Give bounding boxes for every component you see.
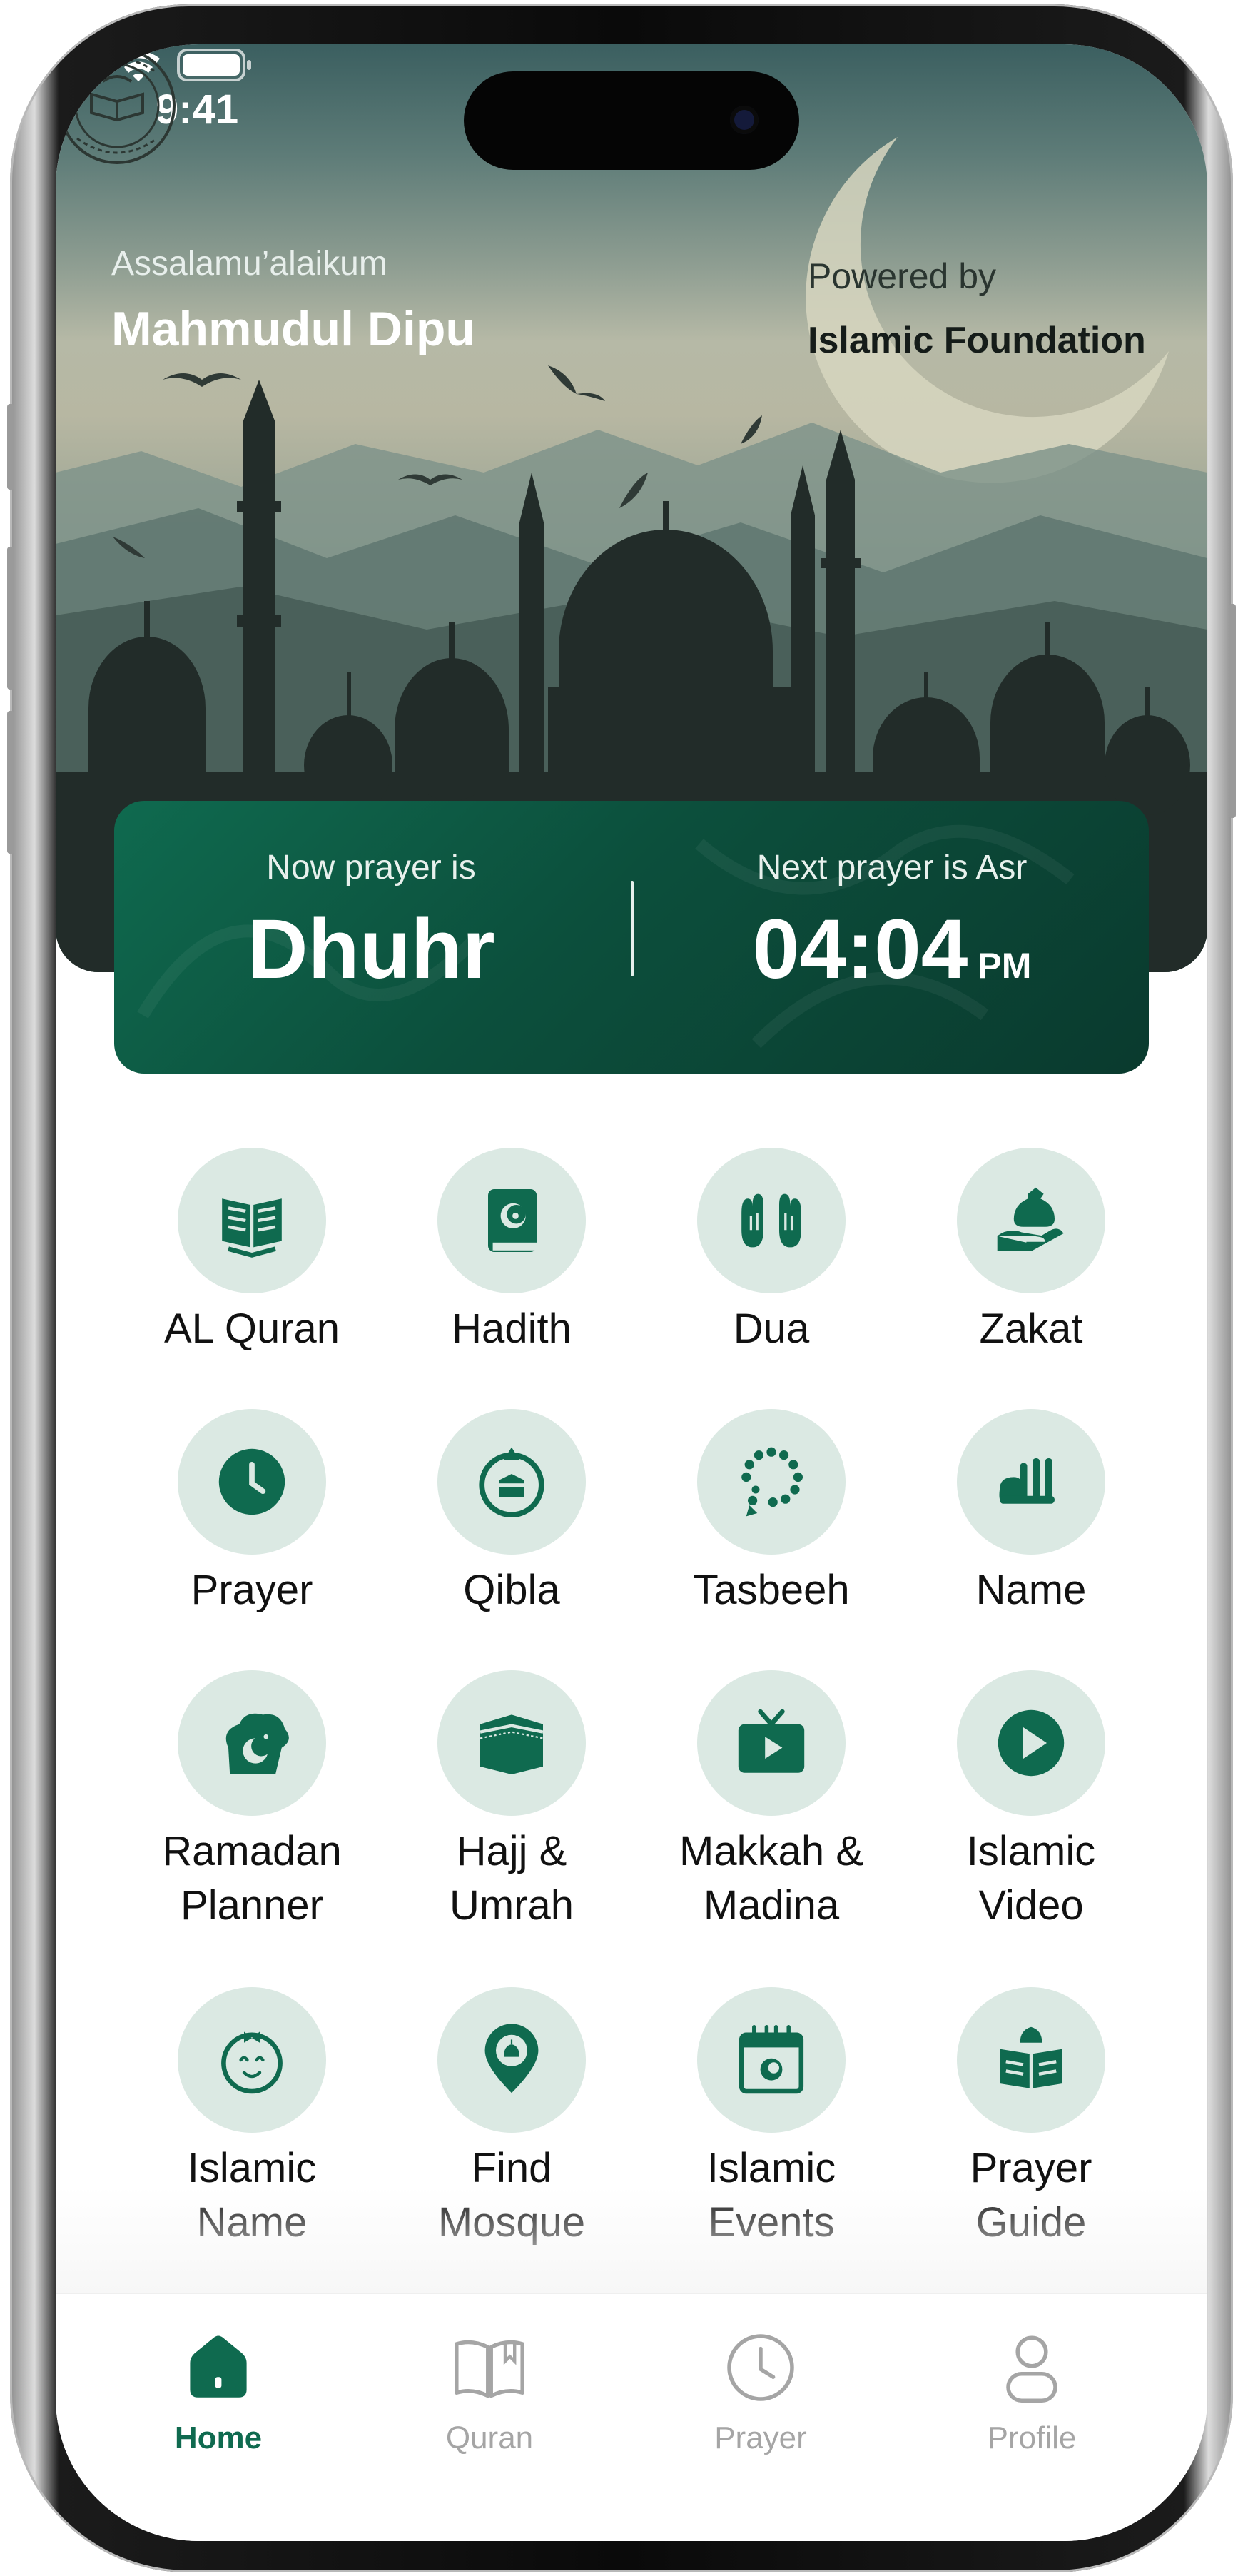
- next-prayer-time: 04:04 PM: [678, 901, 1106, 998]
- tab-label: Home: [174, 2420, 263, 2455]
- now-prayer-label: Now prayer is: [266, 849, 476, 887]
- book-icon: [455, 2340, 524, 2398]
- side-button: [7, 547, 14, 690]
- bottom-tab-bar: Home Quran Prayer Profile: [56, 2293, 1207, 2541]
- user-icon: [1006, 2335, 1057, 2403]
- feature-label: Name: [975, 1567, 1087, 1613]
- zakat-giving-hand-icon: [997, 1187, 1064, 1251]
- feature-icon-bg: [437, 1987, 586, 2133]
- crescent-moon: [806, 137, 1169, 483]
- qibla-compass-icon: [479, 1447, 544, 1518]
- grid-fade: [56, 2186, 1207, 2293]
- feature-icon-bg: [957, 1409, 1105, 1555]
- tab-label: Quran: [445, 2420, 534, 2455]
- mosque-location-pin-icon: [484, 2024, 539, 2093]
- next-prayer-label: Next prayer is Asr: [756, 849, 1028, 887]
- play-circle-icon: [998, 1709, 1065, 1777]
- feature-icon-bg: [178, 1670, 326, 1816]
- now-prayer-name: Dhuhr: [247, 902, 495, 996]
- next-prayer-clock: 04:04: [752, 902, 968, 996]
- hadith-book-icon: [488, 1189, 537, 1252]
- side-button: [1229, 604, 1236, 818]
- organization-name: Islamic Foundation: [808, 320, 1146, 361]
- feature-icon-bg: [178, 1987, 326, 2133]
- feature-icon-bg: [697, 1670, 846, 1816]
- feature-tasbeeh[interactable]: Tasbeeh: [664, 1409, 878, 1617]
- quran-book-icon: [222, 1198, 282, 1258]
- feature-icon-bg: [178, 1148, 326, 1293]
- feature-label: Hadith: [452, 1305, 572, 1352]
- user-name: Mahmudul Dipu: [111, 302, 475, 356]
- feature-icon-bg: [957, 1148, 1105, 1293]
- feature-icon-bg: [437, 1148, 586, 1293]
- side-button: [7, 711, 14, 854]
- feature-zakat[interactable]: Zakat: [924, 1148, 1138, 1356]
- open-book-mosque-icon: [1000, 2026, 1062, 2088]
- feature-label: Ramadan Planner: [162, 1828, 342, 1929]
- feature-name[interactable]: Name: [924, 1409, 1138, 1617]
- praying-hands-icon: [741, 1193, 801, 1248]
- calendar-icon: [739, 2025, 804, 2094]
- feature-dua[interactable]: Dua: [664, 1148, 878, 1356]
- app-screen: 9:41 Assalamu’alaikum Mahmudul Dipu Powe…: [56, 44, 1207, 2541]
- tasbeeh-beads-icon: [741, 1447, 803, 1517]
- feature-ramadan-planner[interactable]: Ramadan Planner: [145, 1670, 359, 1933]
- feature-label: Tasbeeh: [693, 1567, 850, 1613]
- feature-icon-bg: [697, 1987, 846, 2133]
- side-button: [7, 404, 14, 490]
- prayer-time-card[interactable]: Now prayer is Dhuhr Next prayer is Asr 0…: [114, 801, 1149, 1074]
- baby-face-icon: [221, 2031, 283, 2094]
- islamic-foundation-logo: [59, 47, 176, 164]
- feature-label: AL Quran: [163, 1305, 340, 1352]
- feature-label: Qibla: [463, 1567, 560, 1613]
- feature-icon-bg: [957, 1987, 1105, 2133]
- greeting-text: Assalamu’alaikum: [111, 245, 387, 283]
- feature-label: Hajj & Umrah: [449, 1828, 574, 1929]
- ramadan-crescent-icon: [225, 1713, 289, 1774]
- feature-label: Dua: [733, 1305, 810, 1352]
- feature-icon-bg: [697, 1409, 846, 1555]
- feature-prayer[interactable]: Prayer: [145, 1409, 359, 1617]
- next-prayer-ampm: PM: [978, 946, 1032, 986]
- tab-prayer[interactable]: Prayer: [668, 2328, 853, 2456]
- card-divider: [631, 881, 634, 976]
- tab-home[interactable]: Home: [126, 2328, 311, 2456]
- feature-icon-bg: [437, 1409, 586, 1555]
- feature-icon-bg: [437, 1670, 586, 1816]
- feature-label: Zakat: [979, 1305, 1083, 1352]
- feature-makkah-madina[interactable]: Makkah & Madina: [664, 1670, 878, 1933]
- clock-icon: [727, 2334, 794, 2401]
- tab-label: Prayer: [714, 2420, 807, 2455]
- feature-icon-bg: [178, 1409, 326, 1555]
- feature-label: Prayer: [191, 1567, 313, 1613]
- feature-icon-bg: [957, 1670, 1105, 1816]
- feature-label: Islamic Video: [966, 1828, 1096, 1929]
- powered-by-text: Powered by: [808, 256, 997, 296]
- clock-icon: [218, 1448, 285, 1515]
- kaaba-icon: [480, 1714, 544, 1774]
- feature-qibla[interactable]: Qibla: [405, 1409, 619, 1617]
- feature-icon-bg: [697, 1148, 846, 1293]
- phone-frame: 9:41 Assalamu’alaikum Mahmudul Dipu Powe…: [7, 4, 1236, 2572]
- tv-play-icon: [738, 1709, 805, 1773]
- feature-al-quran[interactable]: AL Quran: [145, 1148, 359, 1356]
- feature-hadith[interactable]: Hadith: [405, 1148, 619, 1356]
- tab-label: Profile: [987, 2420, 1077, 2455]
- camera-icon: [730, 106, 759, 134]
- feature-hajj-umrah[interactable]: Hajj & Umrah: [405, 1670, 619, 1933]
- battery-icon: [177, 49, 251, 81]
- allah-calligraphy-icon: [999, 1458, 1055, 1504]
- home-icon: [190, 2335, 247, 2398]
- feature-islamic-video[interactable]: Islamic Video: [924, 1670, 1138, 1933]
- tab-quran[interactable]: Quran: [397, 2328, 582, 2456]
- feature-label: Makkah & Madina: [679, 1828, 863, 1929]
- tab-profile[interactable]: Profile: [939, 2328, 1125, 2456]
